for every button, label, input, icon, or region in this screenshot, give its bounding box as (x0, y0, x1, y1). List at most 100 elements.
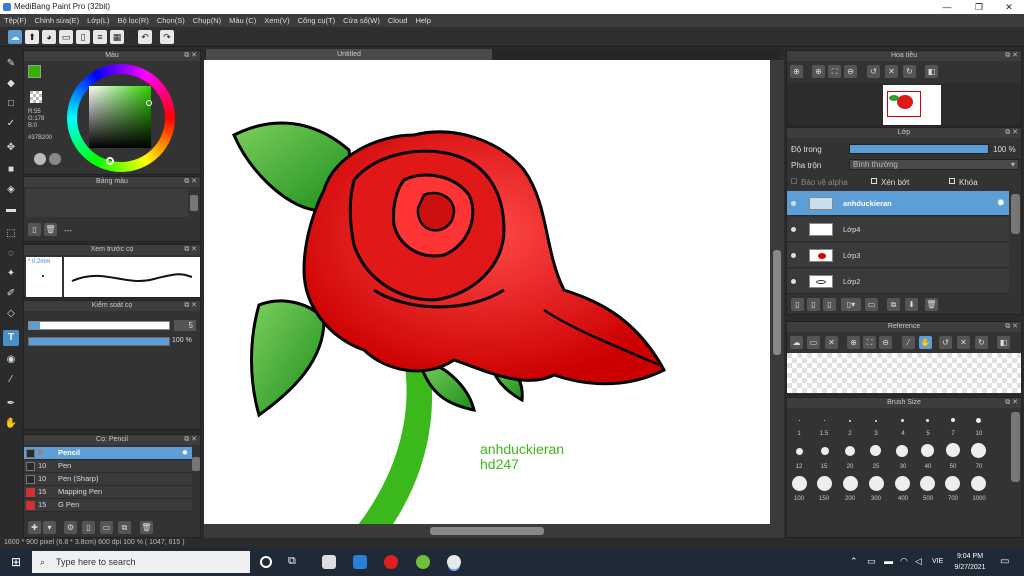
page-icon[interactable]: ▯ (76, 30, 90, 44)
menu-layer[interactable]: Lớp(L) (83, 14, 113, 27)
cloud-icon[interactable]: ☁ (8, 30, 22, 44)
rotate-left-icon[interactable]: ↺ (939, 336, 952, 349)
panel-controls-icon[interactable]: ⧉ ✕ (184, 435, 197, 445)
move-tool-icon[interactable]: ✥ (3, 140, 19, 156)
merge-layer-icon[interactable]: ⬇ (905, 298, 918, 311)
duplicate-layer-icon[interactable]: ⧉ (887, 298, 900, 311)
brush-size-value[interactable]: 5 (174, 320, 196, 331)
gradient-tool-icon[interactable]: ▬ (3, 202, 19, 218)
panel-controls-icon[interactable]: ⧉ ✕ (184, 245, 197, 255)
flip-icon[interactable]: ◧ (997, 336, 1010, 349)
tray-chevron-icon[interactable]: ⌃ (850, 556, 858, 567)
size-dot[interactable] (875, 420, 877, 422)
brush-list-scrollbar[interactable] (192, 457, 200, 471)
panel-controls-icon[interactable]: ⧉ ✕ (1005, 128, 1018, 138)
save-icon[interactable]: ⬆ (25, 30, 39, 44)
layer-list-scrollbar[interactable] (1011, 194, 1020, 234)
panel-controls-icon[interactable]: ⧉ ✕ (184, 177, 197, 187)
color-wheel-mode-icon[interactable] (34, 153, 46, 165)
layer-row-lop2[interactable]: Lớp2 (787, 269, 1009, 294)
menu-view[interactable]: Xem(V) (260, 14, 293, 27)
menu-window[interactable]: Cửa sổ(W) (339, 14, 384, 27)
menu-file[interactable]: Tệp(F) (0, 14, 31, 27)
brush-opacity-slider[interactable] (28, 337, 170, 346)
grid-icon[interactable]: ▦ (110, 30, 124, 44)
size-dot[interactable] (799, 420, 800, 421)
fit-icon[interactable]: ⛶ (863, 336, 876, 349)
size-dot[interactable] (971, 476, 986, 491)
hand-icon[interactable]: ✋ (919, 336, 932, 349)
taskbar-search-box[interactable]: ⌕ Type here to search (32, 551, 250, 573)
task-view-icon[interactable]: ⧉ (288, 555, 296, 568)
clipping-checkbox[interactable] (871, 178, 877, 184)
color-slider-mode-icon[interactable] (49, 153, 61, 165)
cloud-icon[interactable]: ☁ (790, 336, 803, 349)
palette-scrollbar[interactable] (190, 195, 198, 211)
panel-controls-icon[interactable]: ⧉ ✕ (184, 301, 197, 311)
redo-icon[interactable]: ↷ (160, 30, 174, 44)
eyedropper-icon[interactable]: ⁄ (902, 336, 915, 349)
brush-page-icon[interactable]: ▯ (82, 521, 95, 534)
size-dot[interactable] (845, 446, 855, 456)
brush-settings-icon[interactable]: ⚙ (64, 521, 77, 534)
open-file-icon[interactable]: ▭ (807, 336, 820, 349)
layer-add-menu-icon[interactable]: ▯▾ (841, 298, 861, 311)
shape-tool-icon[interactable]: □ (3, 96, 19, 112)
volume-icon[interactable]: ◁ (915, 556, 922, 567)
palette-area[interactable] (26, 189, 188, 217)
panel-controls-icon[interactable]: ⧉ ✕ (1005, 322, 1018, 332)
brush-menu-icon[interactable]: ▾ (43, 521, 56, 534)
zoom-in-icon[interactable]: ⊕ (847, 336, 860, 349)
lock-checkbox[interactable] (949, 178, 955, 184)
mail-icon[interactable] (353, 555, 367, 569)
app-icon[interactable] (416, 555, 430, 569)
new-layer-icon[interactable]: ▯ (791, 298, 804, 311)
size-dot[interactable] (870, 445, 881, 456)
hue-picker-handle[interactable] (106, 157, 114, 165)
size-dot[interactable] (869, 476, 884, 491)
delete-palette-icon[interactable]: 🗑 (44, 223, 57, 236)
menu-color[interactable]: Màu (C) (225, 14, 260, 27)
gear-icon[interactable]: ✹ (997, 191, 1005, 216)
brush-copy-icon[interactable]: ⧉ (118, 521, 131, 534)
visibility-icon[interactable] (791, 201, 796, 206)
store-icon[interactable] (322, 555, 336, 569)
panel-controls-icon[interactable]: ⧉ ✕ (1005, 398, 1018, 408)
reset-view-icon[interactable]: ✕ (957, 336, 970, 349)
gear-icon[interactable]: ✹ (182, 447, 188, 460)
wifi-icon[interactable]: ◠ (900, 556, 908, 567)
magic-wand-tool-icon[interactable]: ✦ (3, 266, 19, 282)
hue-ring[interactable] (67, 64, 175, 172)
reset-view-icon[interactable]: ✕ (885, 65, 898, 78)
opera-icon[interactable] (384, 555, 398, 569)
undo-icon[interactable]: ↶ (138, 30, 152, 44)
clock[interactable]: 9:04 PM 9/27/2021 (950, 551, 990, 573)
size-dot[interactable] (926, 419, 929, 422)
size-dot[interactable] (821, 447, 829, 455)
size-dot[interactable] (817, 476, 832, 491)
network-icon[interactable]: ▭ (867, 556, 876, 567)
windows-start-icon[interactable]: ⊞ (9, 555, 23, 569)
size-dot[interactable] (796, 448, 803, 455)
visibility-icon[interactable] (791, 279, 796, 284)
notification-icon[interactable]: ▭ (1000, 556, 1009, 567)
protect-alpha-checkbox[interactable] (791, 178, 797, 184)
size-dot[interactable] (792, 476, 807, 491)
zoom-out-icon[interactable]: ⊖ (879, 336, 892, 349)
document-tab[interactable]: Untitled (206, 49, 492, 60)
select-eraser-tool-icon[interactable]: ◇ (3, 306, 19, 322)
zoom-in2-icon[interactable]: ⊕ (812, 65, 825, 78)
eraser-tool-icon[interactable]: ◆ (3, 76, 19, 92)
brush-item-mapping-pen[interactable]: 15 Mapping Pen (24, 486, 192, 499)
delete-layer-icon[interactable]: 🗑 (925, 298, 938, 311)
size-dot[interactable] (951, 418, 955, 422)
menu-cloud[interactable]: Cloud (384, 14, 412, 27)
size-dot[interactable] (895, 476, 910, 491)
minimize-button[interactable]: — (932, 0, 962, 14)
sv-picker-handle[interactable] (146, 100, 152, 106)
zoom-in-icon[interactable]: ⊕ (790, 65, 803, 78)
transparent-color-swatch[interactable] (30, 91, 42, 103)
layer-row-anhduckieran[interactable]: anhduckieran ✹ (787, 191, 1009, 216)
reference-image-area[interactable] (787, 353, 1021, 393)
size-dot[interactable] (824, 420, 825, 421)
